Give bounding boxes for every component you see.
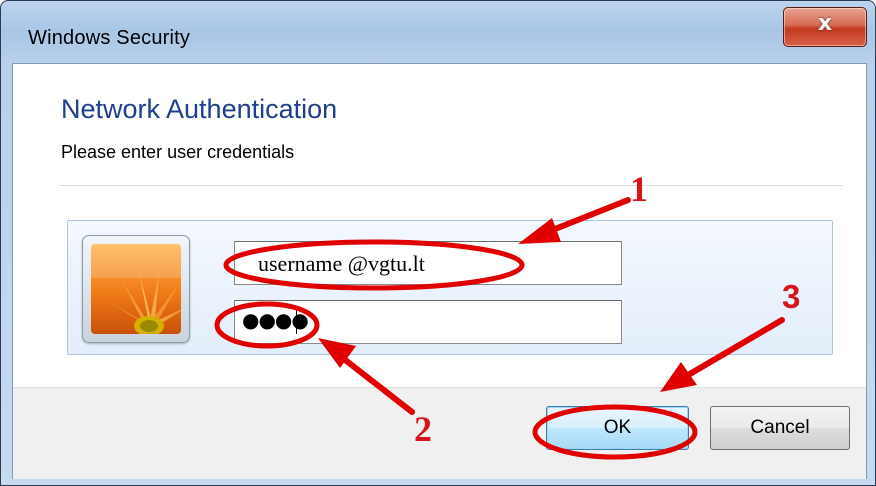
text-caret [296,310,297,334]
password-field[interactable]: ●●●● [234,300,622,344]
username-field[interactable]: username @vgtu.lt [234,241,622,285]
user-avatar-icon [82,235,190,343]
close-button[interactable]: x [783,7,867,47]
ok-button[interactable]: OK [546,406,689,450]
cancel-button[interactable]: Cancel [710,406,850,450]
dialog-heading: Network Authentication [61,94,338,124]
flower-icon [91,244,181,334]
dialog-subheading: Please enter user credentials [61,142,295,162]
dialog-body: Network Authentication Please enter user… [12,63,867,479]
step-3-label: 3 [782,278,801,315]
password-mask: ●●●● [242,308,309,332]
credential-tile[interactable]: username @vgtu.lt ●●●● [67,220,833,355]
username-value: username @vgtu.lt [258,251,425,276]
step-1-label: 1 [630,169,648,209]
step-2-label: 2 [414,409,432,449]
windows-security-dialog: Windows Security x Network Authenticatio… [0,0,876,486]
close-icon: x [817,11,833,36]
window-title: Windows Security [28,27,191,49]
title-bar[interactable]: Windows Security x [1,1,875,63]
separator [59,185,843,186]
